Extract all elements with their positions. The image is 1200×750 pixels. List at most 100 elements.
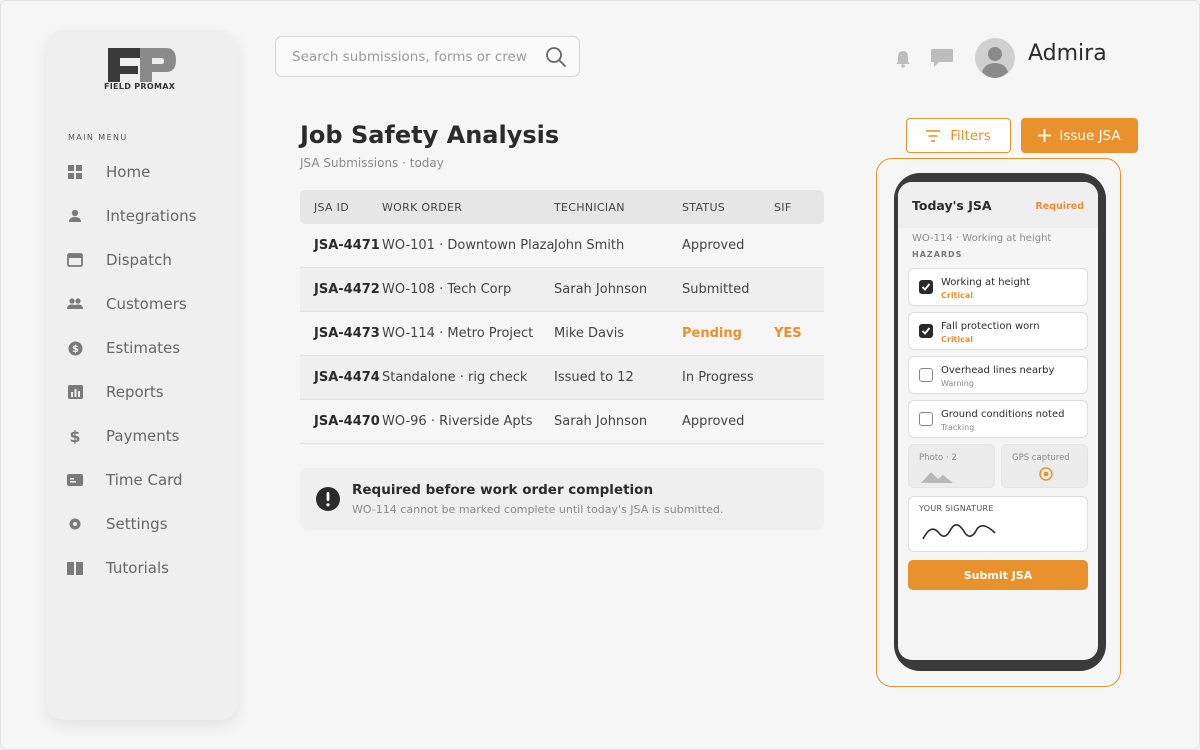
sidebar-item-dispatch[interactable]: Dispatch: [46, 238, 238, 282]
hazard-item[interactable]: Fall protection worn Critical: [908, 312, 1088, 350]
image-icon: [921, 472, 953, 483]
bell-icon[interactable]: [895, 50, 911, 68]
notice-text: WO-114 cannot be marked complete until t…: [352, 503, 724, 516]
cell-status: Approved: [682, 414, 745, 429]
hazard-severity: Critical: [941, 291, 974, 300]
sidebar-item-label: Payments: [106, 427, 180, 445]
hazard-checkbox[interactable]: [919, 412, 933, 426]
sidebar-item-label: Estimates: [106, 339, 181, 357]
cell-jsa-id: JSA-4472: [314, 282, 380, 297]
sidebar-item-time-card[interactable]: Time Card: [46, 458, 238, 502]
main-nav: Home Integrations Dispatch Customers $ E…: [46, 150, 238, 590]
table-row[interactable]: JSA-4471 WO-101 · Downtown Plaza John Sm…: [300, 224, 824, 268]
photo-tile[interactable]: Photo · 2: [908, 444, 995, 488]
hazard-severity: Critical: [941, 335, 974, 344]
sidebar-item-label: Integrations: [106, 207, 197, 225]
book-icon: [67, 560, 83, 576]
gear-icon: [67, 516, 83, 532]
sidebar-item-label: Customers: [106, 295, 187, 313]
submit-jsa-button[interactable]: Submit JSA: [908, 560, 1088, 590]
hazard-checkbox[interactable]: [919, 324, 933, 338]
cell-status: Pending: [682, 326, 742, 341]
sidebar-item-settings[interactable]: Settings: [46, 502, 238, 546]
hazard-checkbox[interactable]: [919, 368, 933, 382]
alert-icon: [316, 487, 340, 511]
issue-jsa-button[interactable]: Issue JSA: [1021, 118, 1138, 153]
sidebar-item-estimates[interactable]: $ Estimates: [46, 326, 238, 370]
sidebar-item-reports[interactable]: Reports: [46, 370, 238, 414]
search-icon[interactable]: [545, 46, 567, 68]
grid-icon: [67, 164, 83, 180]
sidebar-item-home[interactable]: Home: [46, 150, 238, 194]
filters-label: Filters: [950, 127, 991, 144]
sidebar: FIELD PROMAX MAIN MENU Home Integrations…: [46, 30, 238, 720]
column-header-status[interactable]: STATUS: [682, 201, 774, 214]
cell-jsa-id: JSA-4474: [314, 370, 380, 385]
sidebar-item-payments[interactable]: $ Payments: [46, 414, 238, 458]
sidebar-item-label: Dispatch: [106, 251, 172, 269]
window-icon: [67, 252, 83, 268]
hazard-name: Fall protection worn: [941, 321, 1040, 332]
cell-work-order: WO-101 · Downtown Plaza: [382, 238, 555, 253]
required-badge: Required: [1035, 201, 1084, 212]
dollar-icon: $: [67, 428, 83, 444]
hazard-item[interactable]: Working at height Critical: [908, 268, 1088, 306]
hazards-label: HAZARDS: [912, 250, 963, 259]
chat-icon[interactable]: [930, 48, 954, 68]
phone-title: Today's JSA: [912, 198, 992, 213]
dollar-circle-icon: $: [67, 340, 83, 356]
check-icon: [921, 327, 931, 335]
hazard-checkbox[interactable]: [919, 280, 933, 294]
table-row[interactable]: JSA-4472 WO-108 · Tech Corp Sarah Johnso…: [300, 268, 824, 312]
completion-notice: Required before work order completion WO…: [300, 468, 824, 530]
table-row[interactable]: JSA-4474 Standalone · rig check Issued t…: [300, 356, 824, 400]
avatar[interactable]: [975, 38, 1015, 78]
sidebar-item-integrations[interactable]: Integrations: [46, 194, 238, 238]
page-title: Job Safety Analysis: [300, 121, 560, 149]
card-icon: [67, 472, 83, 488]
cell-status: In Progress: [682, 370, 754, 385]
sidebar-item-label: Reports: [106, 383, 164, 401]
bar-chart-icon: [67, 384, 83, 400]
hazard-name: Ground conditions noted: [941, 409, 1065, 420]
issue-jsa-label: Issue JSA: [1059, 127, 1121, 144]
filters-button[interactable]: Filters: [906, 118, 1011, 153]
cell-technician: Sarah Johnson: [554, 414, 648, 429]
cell-work-order: WO-108 · Tech Corp: [382, 282, 512, 297]
sidebar-item-label: Tutorials: [106, 559, 169, 577]
column-header-jsa-id[interactable]: JSA ID: [300, 201, 382, 214]
gps-tile[interactable]: GPS captured: [1001, 444, 1088, 488]
column-header-technician[interactable]: TECHNICIAN: [554, 201, 682, 214]
search-input[interactable]: [292, 48, 545, 65]
sidebar-item-label: Home: [106, 163, 151, 181]
sidebar-item-customers[interactable]: Customers: [46, 282, 238, 326]
phone-screen: Today's JSA Required WO-114 · Working at…: [898, 182, 1098, 660]
table-row[interactable]: JSA-4473 WO-114 · Metro Project Mike Dav…: [300, 312, 824, 356]
signature-pad[interactable]: YOUR SIGNATURE: [908, 496, 1088, 552]
plus-icon: [1038, 129, 1052, 142]
photo-label: Photo · 2: [919, 453, 957, 463]
hazard-item[interactable]: Ground conditions noted Tracking: [908, 400, 1088, 438]
cell-jsa-id: JSA-4473: [314, 326, 380, 341]
cell-work-order: WO-96 · Riverside Apts: [382, 414, 533, 429]
gps-label: GPS captured: [1012, 453, 1070, 463]
cell-sif: YES: [774, 326, 802, 341]
hazard-item[interactable]: Overhead lines nearby Warning: [908, 356, 1088, 394]
cell-status: Approved: [682, 238, 745, 253]
cell-technician: Mike Davis: [554, 326, 625, 341]
main-menu-title: MAIN MENU: [68, 133, 128, 142]
hazard-severity: Tracking: [941, 423, 975, 432]
svg-text:$: $: [72, 344, 79, 355]
logo-text: FIELD PROMAX: [104, 82, 176, 91]
table-row[interactable]: JSA-4470 WO-96 · Riverside Apts Sarah Jo…: [300, 400, 824, 444]
hazard-name: Overhead lines nearby: [941, 365, 1055, 376]
column-header-work-order[interactable]: WORK ORDER: [382, 201, 554, 214]
search-box: [275, 36, 580, 77]
hazard-severity: Warning: [941, 379, 974, 388]
column-header-sif[interactable]: SIF: [774, 201, 824, 214]
sidebar-item-tutorials[interactable]: Tutorials: [46, 546, 238, 590]
cell-work-order: WO-114 · Metro Project: [382, 326, 534, 341]
username[interactable]: Admira: [1028, 41, 1107, 66]
cell-status: Submitted: [682, 282, 750, 297]
table-header: JSA ID WORK ORDER TECHNICIAN STATUS SIF: [300, 190, 824, 224]
